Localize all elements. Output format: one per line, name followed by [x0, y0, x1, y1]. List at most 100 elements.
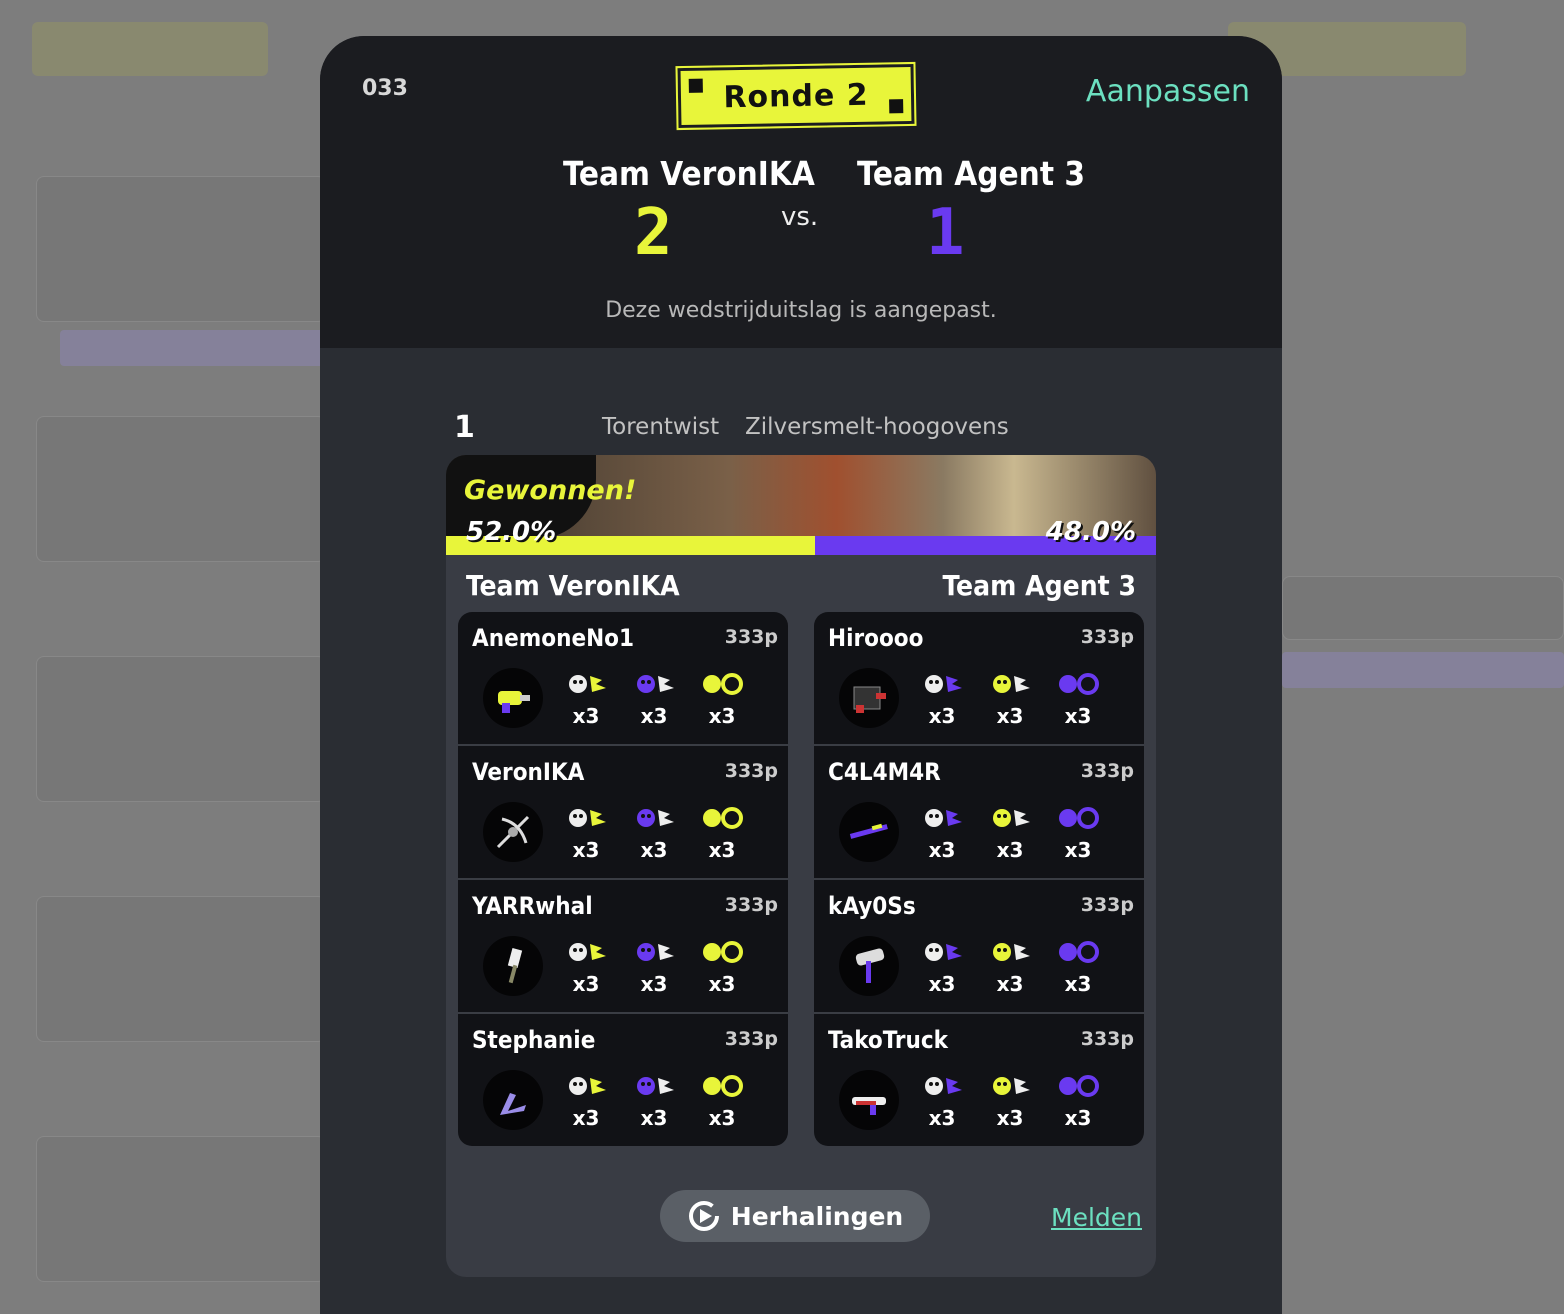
stat-cell: x3: [1050, 1072, 1106, 1130]
death-count-icon: [986, 943, 1034, 970]
triple-inkstrike-icon: [698, 1075, 746, 1104]
death-count-icon: [630, 1077, 678, 1104]
player-points: 333p: [1080, 894, 1134, 916]
player-points: 333p: [1080, 626, 1134, 648]
stage-banner: Gewonnen! 52.0% 48.0%: [446, 455, 1156, 555]
team-a-score: 2: [634, 196, 673, 270]
stat-count: x3: [572, 838, 600, 862]
stat-cell: x3: [626, 670, 682, 728]
game-stage: Zilversmelt-hoogovens: [745, 414, 1009, 440]
splat-count-icon: [562, 675, 610, 702]
stat-cell: x3: [558, 670, 614, 728]
stat-count: x3: [928, 838, 956, 862]
stat-count: x3: [572, 972, 600, 996]
edit-link[interactable]: Aanpassen: [1086, 74, 1250, 109]
splat-count-icon: [562, 809, 610, 836]
player-points: 333p: [1080, 760, 1134, 782]
splattershot-weapon-icon: [839, 1070, 899, 1130]
player-name: VeronIKA: [472, 758, 585, 786]
player-points: 333p: [724, 894, 778, 916]
player-points: 333p: [724, 626, 778, 648]
splat-count-icon: [562, 1077, 610, 1104]
stat-count: x3: [928, 972, 956, 996]
player-name: TakoTruck: [828, 1026, 949, 1054]
stat-cell: x3: [982, 1072, 1038, 1130]
game-index: 1: [454, 410, 475, 445]
splat-count-icon: [918, 809, 966, 836]
ultra-stamp-icon: [1054, 941, 1102, 970]
stat-count: x3: [640, 972, 668, 996]
round-badge: Ronde 2: [675, 61, 917, 131]
stat-count: x3: [708, 704, 736, 728]
death-count-icon: [630, 943, 678, 970]
stat-count: x3: [996, 838, 1024, 862]
stat-cell: x3: [1050, 804, 1106, 862]
stat-count: x3: [996, 1106, 1024, 1130]
stat-count: x3: [708, 1106, 736, 1130]
stat-cell: x3: [914, 1072, 970, 1130]
stat-count: x3: [1064, 704, 1092, 728]
stat-count: x3: [928, 1106, 956, 1130]
bg-panel: [36, 1136, 326, 1282]
player-row: C4L4M4R 333p x3 x3 x3: [814, 746, 1144, 880]
game-mode: Torentwist: [602, 414, 720, 440]
game-card: Gewonnen! 52.0% 48.0% Team VeronIKA Team…: [446, 455, 1156, 1277]
player-name: Stephanie: [472, 1026, 596, 1054]
player-row: Stephanie 333p x3 x3 x3: [458, 1014, 788, 1146]
tenta-missiles-icon: [698, 807, 746, 836]
vs-label: vs.: [781, 202, 819, 232]
match-header: 033 Ronde 2 Aanpassen Team VeronIKA 2 vs…: [320, 36, 1282, 348]
player-row: AnemoneNo1 333p x3 x3 x3: [458, 612, 788, 746]
stat-cell: x3: [626, 804, 682, 862]
player-name: Hiroooo: [828, 624, 924, 652]
stat-cell: x3: [626, 1072, 682, 1130]
badge-corner: [688, 78, 703, 93]
stat-cell: x3: [558, 1072, 614, 1130]
player-row: kAy0Ss 333p x3 x3 x3: [814, 880, 1144, 1014]
team-b-label: Team Agent 3: [942, 569, 1136, 602]
stat-cell: x3: [914, 670, 970, 728]
brush-weapon-icon: [483, 936, 543, 996]
stat-count: x3: [1064, 838, 1092, 862]
death-count-icon: [630, 809, 678, 836]
player-row: VeronIKA 333p x3 x3 x3: [458, 746, 788, 880]
team-a-percent: 52.0%: [466, 517, 557, 547]
death-count-icon: [630, 675, 678, 702]
bg-panel: [36, 896, 326, 1042]
player-name: C4L4M4R: [828, 758, 941, 786]
player-name: kAy0Ss: [828, 892, 916, 920]
round-label: Ronde 2: [723, 77, 869, 115]
stat-count: x3: [1064, 1106, 1092, 1130]
roller-weapon-icon: [839, 936, 899, 996]
stat-cell: x3: [694, 804, 750, 862]
stat-cell: x3: [914, 938, 970, 996]
stat-count: x3: [708, 838, 736, 862]
charger-weapon-icon: [839, 802, 899, 862]
report-link[interactable]: Melden: [1051, 1203, 1142, 1232]
blaster-weapon-icon: [483, 668, 543, 728]
player-row: TakoTruck 333p x3 x3 x3: [814, 1014, 1144, 1146]
bg-panel: [36, 176, 326, 322]
bg-chip: [32, 22, 268, 76]
replays-button[interactable]: Herhalingen: [660, 1190, 930, 1242]
stat-count: x3: [640, 838, 668, 862]
stringer-weapon-icon: [483, 802, 543, 862]
player-name: YARRwhal: [472, 892, 593, 920]
ink-vac-icon: [698, 673, 746, 702]
zipcaster-icon: [698, 941, 746, 970]
booyah-bomb-icon: [1054, 807, 1102, 836]
stat-count: x3: [572, 704, 600, 728]
stat-cell: x3: [982, 938, 1038, 996]
splat-count-icon: [562, 943, 610, 970]
stat-count: x3: [928, 704, 956, 728]
bg-panel: [1282, 576, 1564, 640]
player-points: 333p: [1080, 1028, 1134, 1050]
bg-bar: [60, 330, 324, 366]
team-b-players: Hiroooo 333p x3 x3 x3 C4L4M4R 333p x3 x3 x3 kAy0Ss…: [814, 612, 1144, 1146]
bg-panel: [36, 656, 326, 802]
replays-label: Herhalingen: [730, 1201, 904, 1231]
result-label: Gewonnen!: [464, 475, 637, 506]
tenta-missiles-icon: [1054, 673, 1102, 702]
player-row: Hiroooo 333p x3 x3 x3: [814, 612, 1144, 746]
player-row: YARRwhal 333p x3 x3 x3: [458, 880, 788, 1014]
